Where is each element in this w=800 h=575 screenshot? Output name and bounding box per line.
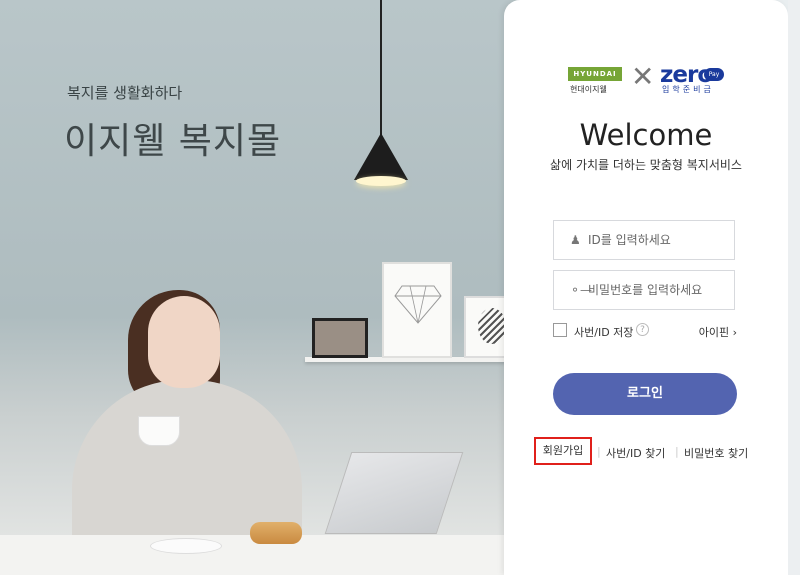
photo-frame — [312, 318, 368, 358]
save-id-row: 사번/ID 저장 ? 아이핀 › — [553, 321, 737, 341]
laptop — [324, 452, 464, 534]
ipin-link[interactable]: 아이핀 › — [699, 324, 737, 340]
welcome-tagline: 삶에 가치를 더하는 맞춤형 복지서비스 — [550, 158, 742, 172]
zero-logo-subtitle: 입학준비금 — [662, 85, 714, 94]
hero-title: 이지웰 복지몰 — [64, 121, 282, 162]
welcome-heading: Welcome — [579, 118, 713, 152]
hero-subtitle: 복지를 생활화하다 — [67, 84, 183, 102]
partner-logos: HYUNDAI 현대이지웰 ✕ zero Pay 입학준비금 — [568, 60, 728, 98]
help-icon[interactable]: ? — [636, 323, 649, 336]
hero-banner: 복지를 생활화하다 이지웰 복지몰 — [0, 0, 520, 575]
coffee-cup — [138, 416, 180, 446]
password-field[interactable]: ⚬— — [553, 270, 735, 310]
diamond-art-frame — [382, 262, 452, 358]
pancakes — [250, 522, 302, 544]
link-separator: | — [675, 445, 679, 458]
woman-face — [148, 296, 220, 388]
password-input[interactable] — [588, 271, 728, 309]
plate — [150, 538, 222, 554]
save-id-label[interactable]: 사번/ID 저장 — [574, 324, 633, 340]
signup-link[interactable]: 회원가입 — [534, 437, 592, 465]
find-password-link[interactable]: 비밀번호 찾기 — [684, 445, 748, 461]
link-separator: | — [597, 445, 601, 458]
lamp-cord — [380, 0, 382, 135]
login-button[interactable]: 로그인 — [553, 373, 737, 415]
hyundai-logo-name: 현대이지웰 — [570, 85, 607, 94]
user-icon: ♟ — [570, 233, 581, 247]
id-input[interactable] — [588, 221, 728, 259]
id-field[interactable]: ♟ — [553, 220, 735, 260]
save-id-checkbox[interactable] — [553, 323, 567, 337]
find-id-link[interactable]: 사번/ID 찾기 — [606, 445, 665, 461]
account-links: 회원가입 | 사번/ID 찾기 | 비밀번호 찾기 — [534, 437, 774, 467]
cross-icon: ✕ — [631, 60, 655, 93]
login-panel: HYUNDAI 현대이지웰 ✕ zero Pay 입학준비금 Welcome 삶… — [504, 0, 788, 575]
pendant-lamp — [354, 133, 408, 180]
page-edge — [788, 0, 800, 575]
lamp-light — [356, 176, 406, 186]
zero-pay-badge: Pay — [704, 68, 724, 81]
hyundai-logo-mark: HYUNDAI — [568, 67, 622, 81]
